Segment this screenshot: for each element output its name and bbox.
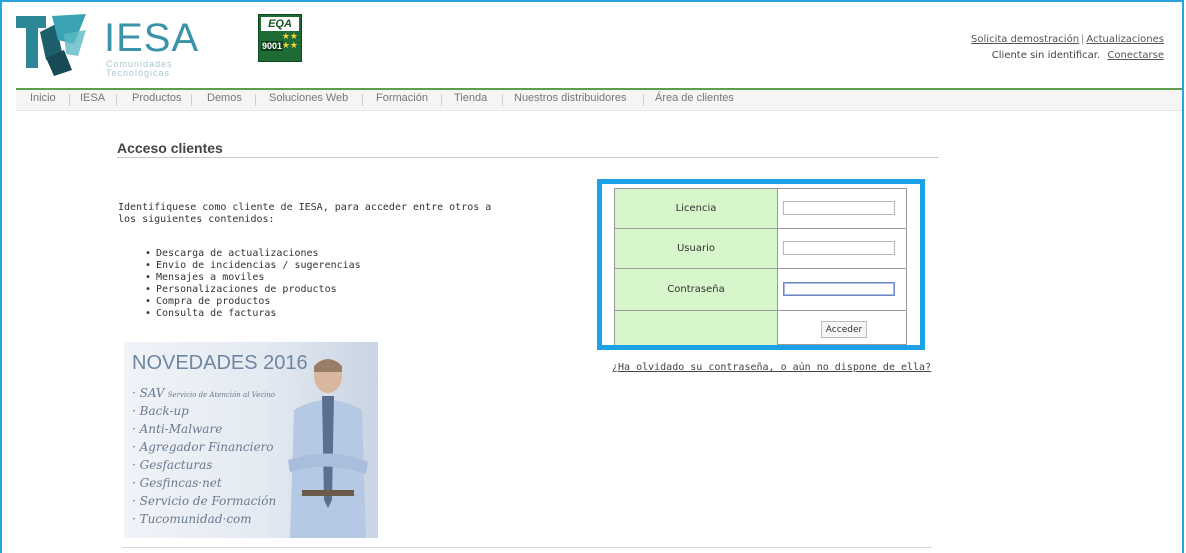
promo-item: · Servicio de Formación: [132, 494, 277, 508]
feature-list: Descarga de actualizaciones Envio de inc…: [145, 248, 361, 320]
promo-item-label: Agregador Financiero: [139, 440, 274, 454]
promo-item-label: Servicio de Formación: [139, 494, 277, 508]
acceder-button[interactable]: Acceder: [821, 321, 867, 338]
promo-item: · Agregador Financiero: [132, 440, 274, 454]
eqa-text: EQA: [261, 17, 299, 31]
license-label: Licencia: [615, 189, 778, 228]
nav-item-productos[interactable]: Productos: [132, 92, 182, 104]
nav-divider: [502, 94, 503, 106]
novedades-2016-banner[interactable]: NOVEDADES 2016 · SAV Servicio de Atención…: [124, 342, 378, 538]
login-form: Licencia Usuario Contraseña Acceder: [614, 188, 907, 345]
title-divider: [117, 157, 939, 158]
license-row: Licencia: [615, 189, 906, 229]
nav-divider: [362, 94, 363, 106]
intro-text: Identifiquese como cliente de IESA, para…: [118, 202, 492, 225]
promo-item: · Tucomunidad·com: [132, 512, 252, 526]
promo-item-label: Gesfincas·net: [139, 476, 222, 490]
list-item: Envio de incidencias / sugerencias: [145, 260, 361, 272]
promo-item: · Anti-Malware: [132, 422, 223, 436]
list-item: Compra de productos: [145, 296, 361, 308]
nav-item-tienda[interactable]: Tienda: [454, 92, 487, 104]
submit-row: Acceder: [615, 311, 906, 345]
brand-name: IESA: [104, 16, 200, 60]
user-status-text: Cliente sin identificar.: [991, 50, 1101, 61]
iesa-logo-icon[interactable]: [16, 10, 96, 76]
main-nav: Inicio IESA Productos Demos Soluciones W…: [16, 88, 1182, 111]
updates-link[interactable]: Actualizaciones: [1086, 34, 1164, 45]
page-title: Acceso clientes: [117, 140, 223, 156]
password-label: Contraseña: [615, 269, 778, 310]
promo-item: · Back-up: [132, 404, 189, 418]
list-item: Descarga de actualizaciones: [145, 248, 361, 260]
promo-item-label: Tucomunidad·com: [139, 512, 252, 526]
list-item: Mensajes a moviles: [145, 272, 361, 284]
license-input[interactable]: [783, 201, 895, 215]
username-label: Usuario: [615, 229, 778, 268]
list-item: Personalizaciones de productos: [145, 284, 361, 296]
nav-divider: [643, 94, 644, 106]
bottom-divider: [122, 547, 932, 548]
login-form-highlight: Licencia Usuario Contraseña Acceder: [597, 179, 925, 350]
nav-item-distribuidores[interactable]: Nuestros distribuidores: [514, 92, 627, 104]
nav-item-area-clientes[interactable]: Área de clientes: [655, 92, 734, 104]
connect-link[interactable]: Conectarse: [1107, 50, 1164, 61]
nav-item-formacion[interactable]: Formación: [376, 92, 428, 104]
promo-item: · Gesfincas·net: [132, 476, 222, 490]
businessman-illustration: [288, 359, 368, 538]
eqa-certification-logo: EQA ★★ ★★ 9001: [258, 14, 302, 62]
iso-number: 9001: [261, 41, 284, 51]
top-links: Solicita demostración | Actualizaciones Cl…: [971, 32, 1164, 64]
nav-item-iesa[interactable]: IESA: [80, 92, 105, 104]
promo-item-label: SAV: [139, 386, 165, 400]
promo-item: · Gesfacturas: [132, 458, 213, 472]
request-demo-link[interactable]: Solicita demostración: [971, 34, 1079, 45]
nav-divider: [69, 94, 70, 106]
promo-item-label: Back-up: [139, 404, 189, 418]
nav-item-inicio[interactable]: Inicio: [30, 92, 56, 104]
nav-divider: [116, 94, 117, 106]
username-row: Usuario: [615, 229, 906, 269]
promo-item: · SAV Servicio de Atención al Vecino: [132, 386, 276, 400]
list-item: Consulta de facturas: [145, 308, 361, 320]
brand-tagline: Comunidades Tecnológicas: [106, 60, 173, 78]
nav-divider: [255, 94, 256, 106]
stars-icon: ★★ ★★: [281, 32, 298, 51]
password-row: Contraseña: [615, 269, 906, 311]
promo-item-label: Anti-Malware: [139, 422, 223, 436]
nav-item-soluciones-web[interactable]: Soluciones Web: [269, 92, 348, 104]
nav-divider: [191, 94, 192, 106]
promo-item-detail: Servicio de Atención al Vecino: [167, 391, 276, 399]
forgot-password-link[interactable]: ¿Ha olvidado su contraseña, o aún no dis…: [612, 362, 931, 373]
username-input[interactable]: [783, 241, 895, 255]
password-input[interactable]: [783, 282, 895, 296]
promo-item-label: Gesfacturas: [139, 458, 213, 472]
tagline-line2: Tecnológicas: [106, 68, 171, 78]
nav-divider: [441, 94, 442, 106]
header: IESA Comunidades Tecnológicas EQA ★★ ★★ 9…: [16, 10, 1176, 82]
empty-label-cell: [615, 311, 778, 345]
nav-item-demos[interactable]: Demos: [207, 92, 242, 104]
